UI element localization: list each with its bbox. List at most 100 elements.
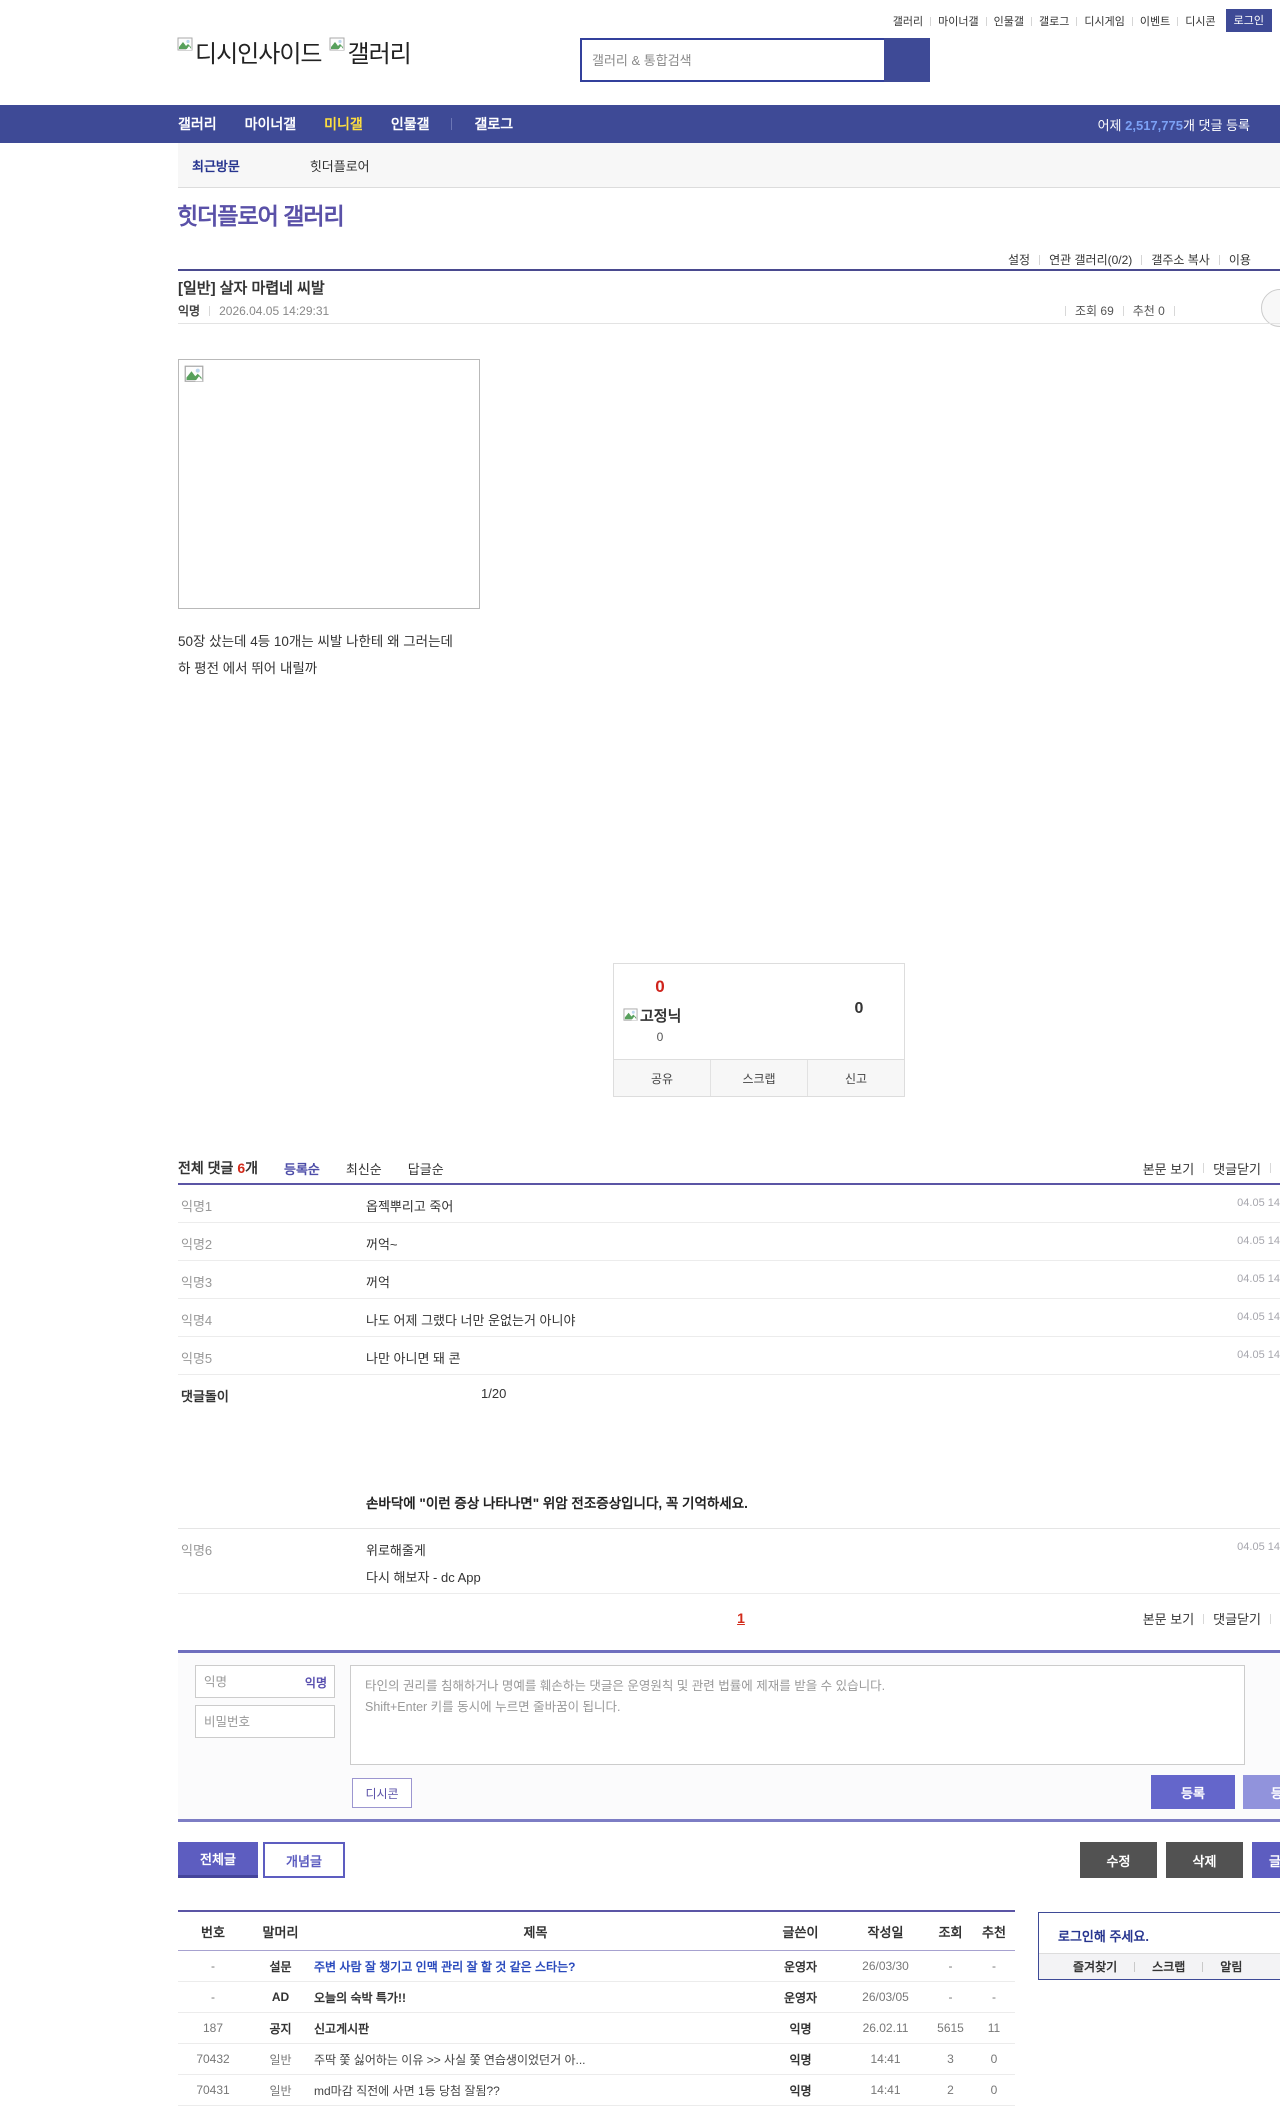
- report-button[interactable]: 신고: [807, 1060, 904, 1096]
- comment-author: 익명1: [181, 1199, 213, 1214]
- col-number: 번호: [178, 1911, 248, 1951]
- scrap-link[interactable]: 스크랩: [1117, 1958, 1185, 1975]
- post-link[interactable]: 주변 사람 잘 챙기고 인맥 관리 잘 할 것 같은 스타는?: [314, 1960, 575, 1974]
- top-link-gallog[interactable]: 갤로그: [1024, 13, 1069, 29]
- post-meta-right: 조회 69 추천 0: [1056, 302, 1184, 319]
- recent-visit-gallery-link[interactable]: 힛더플로어: [310, 156, 370, 175]
- login-box: 로그인해 주세요. 즐겨찾기 스크랩 알림: [1038, 1912, 1280, 1980]
- upvote-count: 0: [655, 977, 665, 996]
- sort-reply[interactable]: 답글순: [408, 1159, 444, 1178]
- post-date: 26/03/05: [843, 1981, 928, 2013]
- sort-registered[interactable]: 등록순: [284, 1159, 320, 1178]
- search-button[interactable]: [884, 38, 930, 82]
- comment-text: 위로해줄게: [366, 1543, 426, 1558]
- delete-button[interactable]: 삭제: [1166, 1842, 1243, 1878]
- nav-item-person-gallery[interactable]: 인물갤: [391, 114, 430, 134]
- close-comments-link[interactable]: 댓글닫기: [1213, 1609, 1261, 1628]
- comment-row: 익명4 나도 어제 그랬다 너만 운없는거 아니야 04.05 14: [178, 1299, 1280, 1337]
- login-message: 로그인해 주세요.: [1058, 1929, 1149, 1944]
- ad-text[interactable]: 손바닥에 "이런 증상 나타나면" 위암 전조증상입니다, 꼭 기억하세요.: [366, 1492, 748, 1512]
- post-recommend: 0: [973, 2043, 1015, 2075]
- post-views: -: [928, 1981, 973, 2013]
- comment-author: 익명4: [181, 1313, 213, 1328]
- concept-posts-button[interactable]: 개념글: [263, 1842, 345, 1878]
- fixed-nick-label: 고정닉: [640, 1008, 682, 1025]
- comment-bot-name: 댓글돌이: [181, 1389, 229, 1404]
- comment-author: 익명3: [181, 1275, 213, 1290]
- comment-bot-row: 댓글돌이 1/20: [178, 1375, 1280, 1412]
- post-date: 14:41: [843, 2043, 928, 2075]
- nav-divider: [451, 118, 453, 130]
- top-link-event[interactable]: 이벤트: [1125, 13, 1170, 29]
- comment-row: 익명3 꺼억 04.05 14: [178, 1261, 1280, 1299]
- table-row: 70432 일반 주딱 쫓 싫어하는 이유 >> 사실 쫓 연습생이었던거 아.…: [178, 2043, 1015, 2075]
- nav-item-gallery[interactable]: 갤러리: [178, 114, 217, 134]
- top-link-dccon[interactable]: 디시콘: [1170, 13, 1215, 29]
- nav-item-minor-gallery[interactable]: 마이너갤: [245, 114, 297, 134]
- share-button[interactable]: 공유: [614, 1060, 710, 1096]
- post-view-count: 조회 69: [1075, 304, 1114, 318]
- top-link-minor-gallery[interactable]: 마이너갤: [923, 13, 978, 29]
- nav-item-gallog[interactable]: 갤로그: [474, 114, 513, 134]
- post-link[interactable]: 주딱 쫓 싫어하는 이유 >> 사실 쫓 연습생이었던거 아...: [314, 2053, 586, 2067]
- recent-visit-label[interactable]: 최근방문: [192, 156, 240, 175]
- comment-time: 04.05 14: [1237, 1311, 1280, 1323]
- sort-newest[interactable]: 최신순: [346, 1159, 382, 1178]
- post-author: 익명: [758, 2043, 843, 2075]
- write-button[interactable]: 글쓰기: [1252, 1842, 1280, 1878]
- post-recommend: -: [973, 1981, 1015, 2013]
- related-gallery-link[interactable]: 연관 갤러리(0/2): [1030, 251, 1132, 268]
- comment-submit-button[interactable]: 등록: [1151, 1775, 1235, 1809]
- separator: [1065, 305, 1066, 316]
- dccon-button[interactable]: 디시콘: [352, 1778, 412, 1808]
- comment-author: 익명2: [181, 1237, 213, 1252]
- comment-bot-page: 1/20: [481, 1386, 507, 1401]
- comment-text: 옵젝뿌리고 죽어: [366, 1199, 454, 1214]
- site-logo[interactable]: 디시인사이드 갤러리: [177, 34, 412, 69]
- post-link[interactable]: md마감 직전에 사면 1등 당첨 잘됨??: [314, 2084, 500, 2098]
- notification-link[interactable]: 알림: [1185, 1958, 1242, 1975]
- top-link-gallery[interactable]: 갤러리: [893, 13, 923, 29]
- comments-total-unit: 개: [245, 1160, 258, 1176]
- separator: [1270, 1613, 1271, 1624]
- top-link-person-gallery[interactable]: 인물갤: [979, 13, 1024, 29]
- comments-total-label: 전체 댓글: [178, 1160, 234, 1176]
- comments-footer-right: 본문 보기 댓글닫기: [1143, 1609, 1280, 1628]
- comment-submit-button-secondary[interactable]: 등록: [1243, 1775, 1280, 1809]
- search-input[interactable]: [580, 38, 884, 82]
- post-category: 일반: [248, 2074, 313, 2106]
- password-input[interactable]: [195, 1705, 335, 1738]
- usage-guide-link[interactable]: 이용: [1210, 251, 1251, 268]
- fixed-nick-row: 고정닉: [623, 1005, 681, 1026]
- title-divider: [178, 269, 1280, 271]
- top-link-dcgame[interactable]: 디시게임: [1069, 13, 1124, 29]
- comment-time: 04.05 14: [1237, 1197, 1280, 1209]
- comment-shortcut-button[interactable]: [1261, 289, 1280, 327]
- gallery-settings-links: 설정 연관 갤러리(0/2) 갤주소 복사 이용: [1008, 251, 1251, 268]
- scrap-button[interactable]: 스크랩: [710, 1060, 807, 1096]
- gallery-title[interactable]: 힛더플로어 갤러리: [177, 197, 345, 231]
- page-number-1[interactable]: 1: [733, 1610, 749, 1626]
- login-button[interactable]: 로그인: [1225, 9, 1272, 32]
- post-list-table: 번호 말머리 제목 글쓴이 작성일 조회 추천 - 설문 주변 사람 잘 챙기고…: [178, 1910, 1015, 2108]
- close-comments-link[interactable]: 댓글닫기: [1213, 1159, 1261, 1178]
- broken-image-icon: [184, 365, 204, 382]
- separator: [1173, 305, 1175, 316]
- view-body-link[interactable]: 본문 보기: [1143, 1609, 1194, 1628]
- comment-textarea[interactable]: [350, 1665, 1245, 1765]
- main-nav-items: 갤러리 마이너갤 미니갤 인물갤 갤로그: [178, 114, 513, 134]
- nav-item-mini-gallery[interactable]: 미니갤: [324, 114, 363, 134]
- comments-header-right: 본문 보기 댓글닫기: [1143, 1159, 1280, 1178]
- post-link[interactable]: 오늘의 숙박 특가!!: [314, 1991, 406, 2005]
- post-recommend: 0: [973, 2074, 1015, 2106]
- gallery-settings-link[interactable]: 설정: [1008, 251, 1030, 268]
- recent-visit-bar: 최근방문 힛더플로어: [178, 143, 1280, 188]
- separator: [1203, 1613, 1205, 1624]
- favorites-link[interactable]: 즐겨찾기: [1073, 1958, 1117, 1975]
- edit-button[interactable]: 수정: [1080, 1842, 1157, 1878]
- view-body-link[interactable]: 본문 보기: [1143, 1159, 1194, 1178]
- post-link[interactable]: 신고게시판: [314, 2022, 369, 2036]
- copy-gallery-url-link[interactable]: 갤주소 복사: [1132, 251, 1210, 268]
- all-posts-button[interactable]: 전체글: [178, 1842, 258, 1878]
- comment-text: 꺼억: [366, 1275, 390, 1290]
